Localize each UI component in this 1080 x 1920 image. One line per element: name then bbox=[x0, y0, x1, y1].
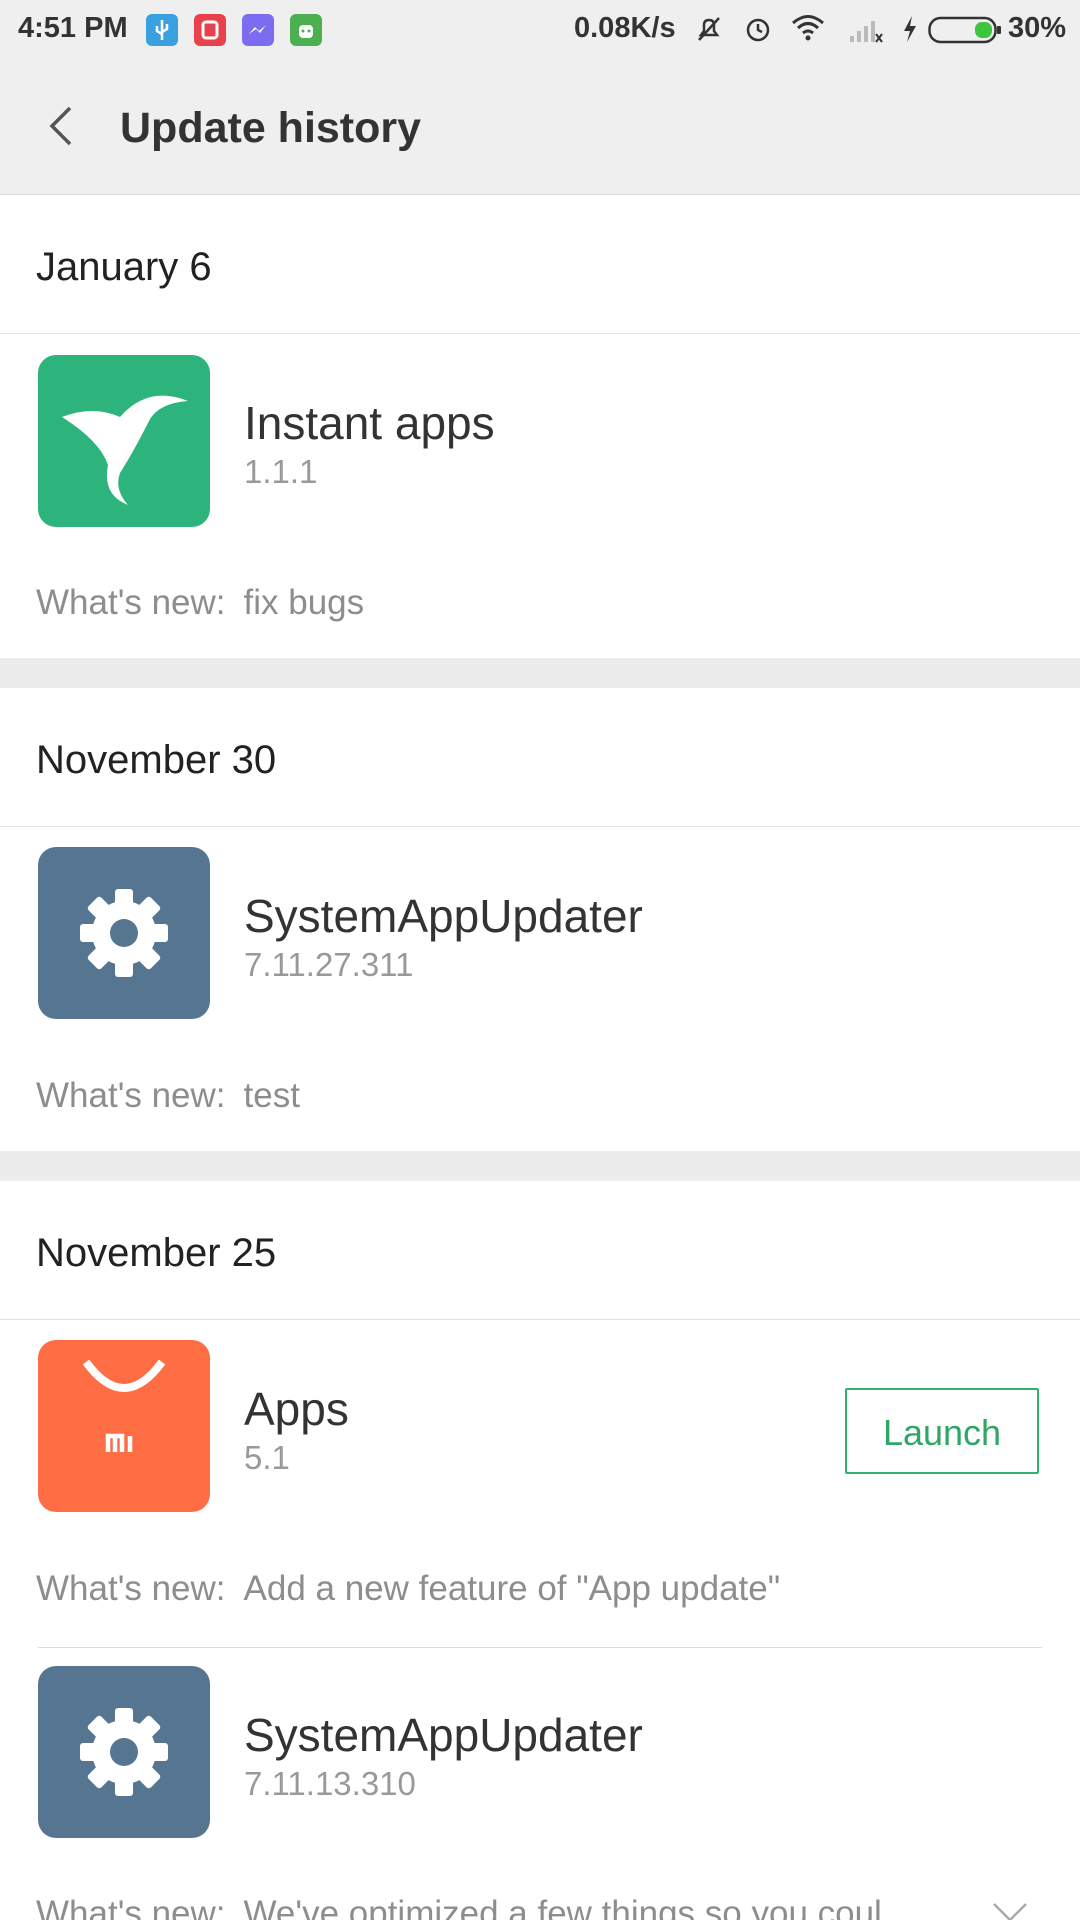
chevron-down-icon[interactable] bbox=[990, 1898, 1030, 1920]
whats-new-label: What's new: bbox=[36, 1076, 226, 1115]
whats-new-value: We've optimized a few things so you coul bbox=[243, 1894, 882, 1920]
back-button[interactable] bbox=[34, 98, 90, 154]
signal-icon bbox=[848, 14, 884, 49]
android-icon bbox=[290, 14, 322, 46]
date-header: November 30 bbox=[0, 688, 1080, 827]
alarm-icon bbox=[742, 13, 774, 50]
mute-icon bbox=[693, 13, 725, 50]
app-name: SystemAppUpdater bbox=[244, 1709, 643, 1761]
app-version: 1.1.1 bbox=[244, 453, 318, 490]
whats-new-text: What's new: fix bugs bbox=[36, 583, 364, 623]
section-divider bbox=[0, 1151, 1080, 1181]
app-version: 7.11.13.310 bbox=[244, 1765, 416, 1802]
whats-new-text: What's new: We've optimized a few things … bbox=[36, 1894, 882, 1920]
app-bar: Update history bbox=[0, 58, 1080, 196]
whats-new-value: Add a new feature of "App update" bbox=[243, 1569, 781, 1608]
app-version: 7.11.27.311 bbox=[244, 946, 414, 983]
list-item[interactable]: Apps 5.1 Launch What's new: Add a new fea… bbox=[0, 1320, 1080, 1648]
messenger-icon bbox=[242, 14, 274, 46]
status-bar: 4:51 PM 0.08K/s 30% bbox=[0, 0, 1080, 58]
whats-new-value: test bbox=[243, 1076, 300, 1115]
date-header: November 25 bbox=[0, 1181, 1080, 1320]
battery-icon bbox=[928, 16, 1002, 49]
battery-percent: 30% bbox=[1008, 12, 1067, 44]
whats-new-label: What's new: bbox=[36, 1569, 226, 1608]
whats-new-text: What's new: test bbox=[36, 1076, 300, 1116]
app-notification-icon bbox=[194, 14, 226, 46]
list-item[interactable]: Instant apps 1.1.1 What's new: fix bugs bbox=[0, 334, 1080, 658]
update-group: January 6 Instant apps 1.1.1 What's new:… bbox=[0, 195, 1080, 658]
app-name: Instant apps bbox=[244, 397, 495, 449]
charging-icon bbox=[900, 14, 920, 49]
chevron-left-icon bbox=[49, 106, 72, 146]
status-time: 4:51 PM bbox=[18, 12, 128, 44]
update-group: November 30 SystemAppUpdater 7.11.27.311… bbox=[0, 688, 1080, 1151]
list-item[interactable]: SystemAppUpdater 7.11.13.310 What's new:… bbox=[0, 1648, 1080, 1920]
hummingbird-icon bbox=[38, 355, 210, 527]
whats-new-text: What's new: Add a new feature of "App upd… bbox=[36, 1569, 780, 1609]
page-title: Update history bbox=[120, 104, 422, 152]
list-item[interactable]: SystemAppUpdater 7.11.27.311 What's new:… bbox=[0, 827, 1080, 1151]
gear-icon bbox=[38, 1666, 210, 1838]
date-label: January 6 bbox=[36, 245, 212, 289]
whats-new-value: fix bugs bbox=[243, 583, 365, 622]
mi-bag-icon bbox=[38, 1340, 210, 1512]
gear-icon bbox=[38, 847, 210, 1019]
wifi-icon bbox=[790, 12, 826, 49]
section-divider bbox=[0, 658, 1080, 688]
whats-new-label: What's new: bbox=[36, 583, 226, 622]
app-version: 5.1 bbox=[244, 1439, 290, 1476]
usb-icon bbox=[146, 14, 178, 46]
launch-button[interactable]: Launch bbox=[845, 1388, 1039, 1474]
date-header: January 6 bbox=[0, 195, 1080, 334]
app-name: Apps bbox=[244, 1383, 349, 1435]
date-label: November 25 bbox=[36, 1231, 277, 1275]
network-speed: 0.08K/s bbox=[574, 12, 676, 44]
date-label: November 30 bbox=[36, 738, 277, 782]
app-name: SystemAppUpdater bbox=[244, 890, 643, 942]
update-group: November 25 Apps 5.1 Launch What's new: A… bbox=[0, 1181, 1080, 1920]
whats-new-label: What's new: bbox=[36, 1894, 226, 1920]
